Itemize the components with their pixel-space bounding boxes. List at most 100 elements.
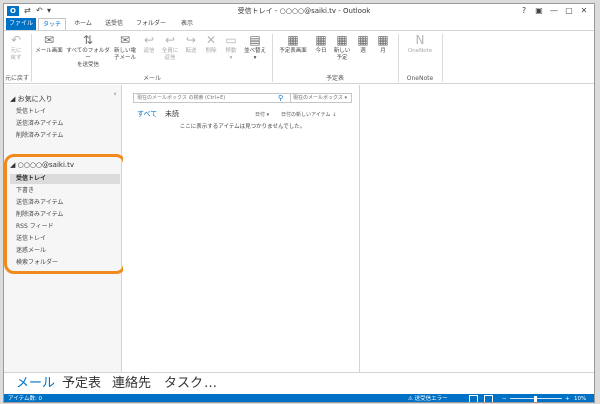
zoom-slider-thumb[interactable] bbox=[534, 396, 537, 402]
calendar-week-icon: ▦ bbox=[357, 33, 369, 47]
today-button[interactable]: ▦ 今日 bbox=[312, 33, 330, 55]
nav-more[interactable]: … bbox=[204, 375, 217, 393]
send-receive-all-button[interactable]: ⇅ すべてのフォルダー を送受信 bbox=[66, 33, 110, 69]
calendar-view-button[interactable]: ▦ 予定表画面 bbox=[276, 33, 310, 55]
reading-pane bbox=[361, 85, 594, 372]
minimize-button[interactable]: — bbox=[548, 5, 560, 17]
calendar-month-icon: ▦ bbox=[377, 33, 389, 47]
envelope-icon: ✉ bbox=[43, 33, 55, 47]
send-receive-error-status[interactable]: ⚠ 送受信エラー bbox=[408, 394, 448, 402]
zoom-out-button[interactable]: − bbox=[502, 394, 507, 402]
qat-customize-icon[interactable]: ▾ bbox=[47, 6, 51, 16]
filter-all[interactable]: すべて bbox=[137, 110, 157, 119]
new-email-label: 新しい電 bbox=[113, 48, 136, 54]
favorites-header[interactable]: ◢ お気に入り bbox=[10, 95, 53, 104]
today-label: 今日 bbox=[315, 48, 327, 54]
month-view-button[interactable]: ▦ 月 bbox=[374, 33, 392, 55]
zoom-in-button[interactable]: + bbox=[565, 394, 570, 402]
group-label-mail: メール bbox=[142, 75, 161, 82]
delete-label: 削除 bbox=[205, 48, 217, 54]
delete-button[interactable]: ✕ 削除 bbox=[202, 33, 220, 55]
collapse-folder-pane-icon[interactable]: ‹ bbox=[110, 89, 120, 99]
nav-tasks[interactable]: タスク bbox=[164, 375, 203, 393]
send-receive-all-label: すべてのフォルダー bbox=[66, 48, 110, 61]
mail-view-button[interactable]: ✉ メール画面 bbox=[34, 33, 64, 55]
empty-list-message: ここに表示するアイテムは見つかりませんでした。 bbox=[179, 124, 306, 130]
search-icon[interactable]: ⚲ bbox=[278, 94, 286, 102]
reply-label: 返信 bbox=[143, 48, 155, 54]
week-label: 週 bbox=[360, 48, 366, 54]
undo-label: 元に bbox=[10, 48, 22, 54]
onenote-icon: N bbox=[415, 33, 425, 47]
close-button[interactable]: ✕ bbox=[578, 5, 590, 17]
new-appointment-label-2: 予定 bbox=[336, 55, 348, 61]
zoom-level[interactable]: 10% bbox=[574, 394, 586, 402]
undo-icon: ↶ bbox=[10, 33, 22, 47]
tab-touch[interactable]: タッチ bbox=[38, 18, 66, 30]
sort-by-dropdown[interactable]: 日付 ▾ bbox=[255, 111, 269, 119]
delete-icon: ✕ bbox=[205, 33, 217, 47]
navigation-bar: メール 予定表 連絡先 タスク … bbox=[4, 372, 594, 394]
send-receive-icon: ⇅ bbox=[82, 33, 94, 47]
new-email-button[interactable]: ✉ 新しい電 子メール bbox=[112, 33, 138, 62]
nav-calendar[interactable]: 予定表 bbox=[62, 375, 101, 393]
month-label: 月 bbox=[380, 48, 386, 54]
onenote-button[interactable]: N OneNote bbox=[402, 33, 438, 55]
nav-contacts[interactable]: 連絡先 bbox=[112, 375, 151, 393]
favorite-inbox[interactable]: 受信トレイ bbox=[16, 107, 46, 116]
ribbon-display-options-button[interactable]: ▣ bbox=[533, 5, 545, 17]
reply-button[interactable]: ↩ 返信 bbox=[140, 33, 158, 55]
reply-all-label-2: 返信 bbox=[164, 55, 176, 61]
new-email-label-2: 子メール bbox=[113, 55, 136, 61]
send-receive-icon[interactable]: ⇄ bbox=[24, 6, 31, 16]
calendar-view-label: 予定表画面 bbox=[279, 48, 307, 54]
normal-view-icon[interactable] bbox=[469, 395, 478, 402]
onenote-label: OneNote bbox=[407, 48, 433, 54]
group-label-undo: 元に戻す bbox=[4, 75, 29, 82]
new-mail-icon: ✉ bbox=[119, 33, 131, 47]
favorite-deleted-items[interactable]: 削除済みアイテム bbox=[16, 131, 63, 140]
move-label: 移動 bbox=[225, 48, 237, 54]
undo-button[interactable]: ↶ 元に 戻す bbox=[6, 33, 26, 62]
search-box: ⚲ 現在のメールボックス ▾ bbox=[133, 93, 352, 103]
mail-view-label: メール画面 bbox=[35, 48, 63, 54]
orange-highlight-frame bbox=[4, 154, 126, 274]
group-label-onenote: OneNote bbox=[406, 75, 434, 82]
forward-button[interactable]: ↪ 転送 bbox=[182, 33, 200, 55]
sort-icon: ▤ bbox=[249, 33, 261, 47]
help-button[interactable]: ? bbox=[518, 5, 530, 17]
search-input[interactable] bbox=[137, 94, 277, 102]
move-icon: ▭ bbox=[225, 33, 237, 47]
move-button[interactable]: ▭ 移動 ▾ bbox=[222, 33, 240, 62]
week-view-button[interactable]: ▦ 週 bbox=[354, 33, 372, 55]
tab-send-receive[interactable]: 送受信 bbox=[100, 18, 128, 30]
new-appointment-icon: ▦ bbox=[336, 33, 348, 47]
group-separator bbox=[272, 34, 273, 82]
undo-icon[interactable]: ↶ bbox=[36, 6, 43, 16]
tab-home[interactable]: ホーム bbox=[70, 18, 96, 30]
new-appointment-button[interactable]: ▦ 新しい 予定 bbox=[332, 33, 352, 62]
group-separator bbox=[31, 34, 32, 82]
maximize-button[interactable]: ▢ bbox=[563, 5, 575, 17]
sort-order-toggle[interactable]: 日付の新しいアイテム ↓ bbox=[281, 111, 336, 119]
filter-unread[interactable]: 未読 bbox=[165, 110, 179, 119]
move-dropdown-icon: ▾ bbox=[229, 55, 233, 61]
nav-mail[interactable]: メール bbox=[16, 375, 55, 393]
tab-view[interactable]: 表示 bbox=[174, 18, 200, 30]
group-separator bbox=[398, 34, 399, 82]
reply-all-button[interactable]: ↩ 全員に 返信 bbox=[160, 33, 180, 62]
sort-dropdown-icon: ▾ bbox=[253, 55, 257, 61]
title-bar: O ⇄ ↶ ▾ 受信トレイ - ○○○○@saiki.tv - Outlook … bbox=[4, 4, 594, 18]
outlook-app-icon[interactable]: O bbox=[7, 6, 19, 16]
calendar-today-icon: ▦ bbox=[315, 33, 327, 47]
ribbon: ↶ 元に 戻す 元に戻す ✉ メール画面 ⇅ すべてのフォルダー を送受信 ✉ … bbox=[4, 30, 594, 84]
tab-file[interactable]: ファイル bbox=[6, 18, 36, 30]
message-list-pane: ⚲ 現在のメールボックス ▾ すべて 未読 日付 ▾ 日付の新しいアイテム ↓ … bbox=[123, 85, 360, 372]
favorite-sent-items[interactable]: 送信済みアイテム bbox=[16, 119, 63, 128]
reading-view-icon[interactable] bbox=[484, 395, 493, 402]
tab-folder[interactable]: フォルダー bbox=[132, 18, 170, 30]
sort-button[interactable]: ▤ 並べ替え ▾ bbox=[242, 33, 268, 62]
search-scope-dropdown[interactable]: 現在のメールボックス ▾ bbox=[290, 94, 352, 102]
item-count: アイテム数: 0 bbox=[8, 396, 43, 402]
new-appointment-label: 新しい bbox=[333, 48, 351, 54]
